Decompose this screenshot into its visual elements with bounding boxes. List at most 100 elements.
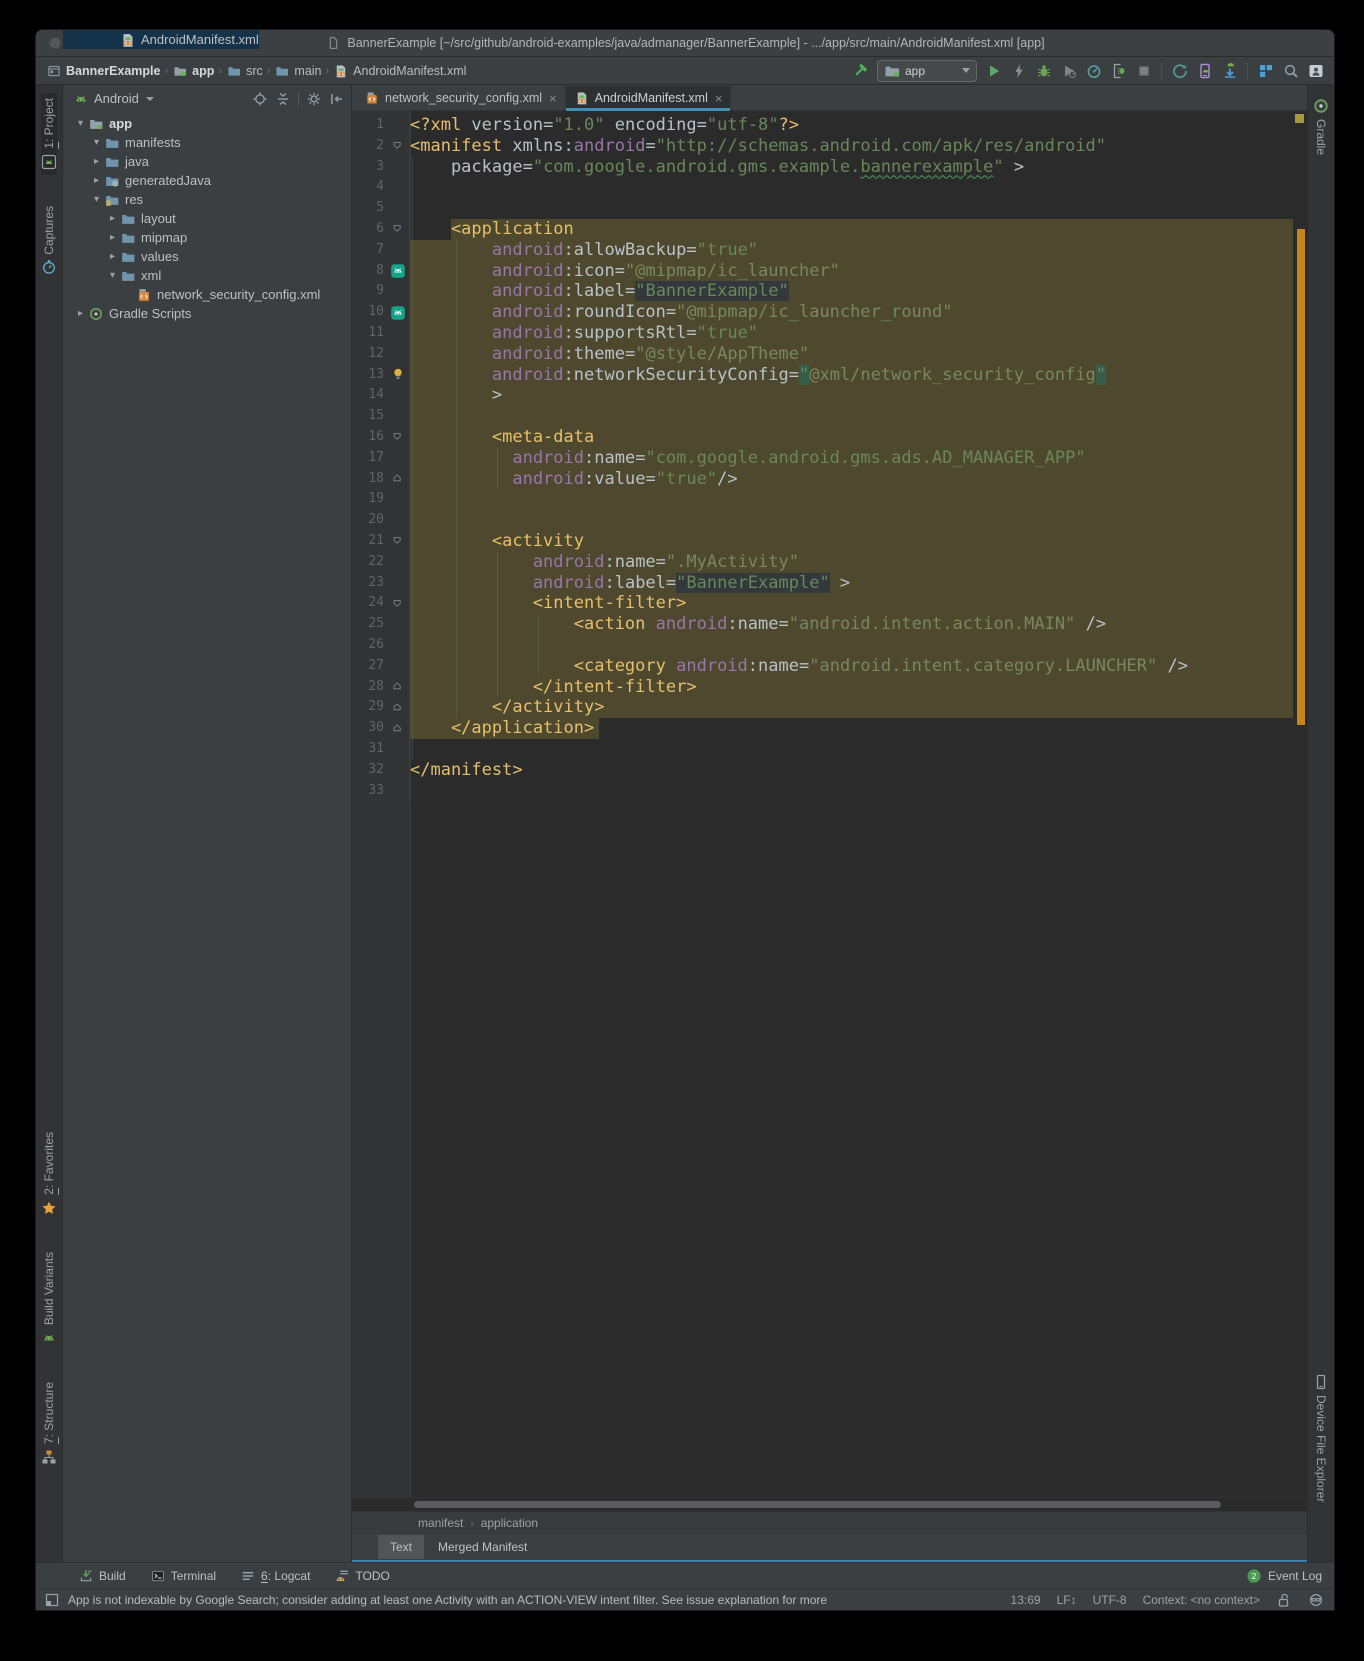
- breadcrumb-item[interactable]: BannerExample: [46, 63, 160, 79]
- code-line[interactable]: 33: [352, 781, 1293, 802]
- code-line[interactable]: 15: [352, 406, 1293, 427]
- close-button[interactable]: [49, 37, 61, 49]
- tree-item-xml[interactable]: ▾ xml: [63, 266, 351, 285]
- fold-collapse-icon[interactable]: [390, 596, 406, 612]
- close-icon[interactable]: ×: [715, 91, 723, 106]
- project-view-selector[interactable]: Android: [73, 91, 154, 107]
- tool-window-button-captures[interactable]: Captures: [41, 201, 57, 281]
- chevron-right-icon[interactable]: ▸: [89, 175, 104, 186]
- code-line[interactable]: 28 </intent-filter>: [352, 677, 1293, 698]
- code-line[interactable]: 8 android:icon="@mipmap/ic_launcher": [352, 261, 1293, 282]
- fold-end-icon[interactable]: [390, 679, 406, 695]
- run-icon[interactable]: [986, 63, 1002, 79]
- xml-breadcrumb-application[interactable]: application: [481, 1516, 538, 1530]
- collapse-all-icon[interactable]: [275, 91, 291, 107]
- code-line[interactable]: 17 android:name="com.google.android.gms.…: [352, 448, 1293, 469]
- code-line[interactable]: 30 </application>: [352, 718, 1293, 739]
- close-icon[interactable]: ×: [549, 91, 557, 106]
- breadcrumb-item[interactable]: app: [172, 63, 214, 79]
- resource-preview-icon[interactable]: [390, 305, 406, 321]
- xml-breadcrumb-manifest[interactable]: manifest: [418, 1516, 463, 1530]
- fold-collapse-icon[interactable]: [390, 429, 406, 445]
- account-icon[interactable]: [1308, 63, 1324, 79]
- tree-item-layout[interactable]: ▸ layout: [63, 209, 351, 228]
- selection-scroll-marker[interactable]: [1297, 229, 1305, 725]
- project-structure-icon[interactable]: [1258, 63, 1274, 79]
- code-line[interactable]: 23 android:label="BannerExample" >: [352, 573, 1293, 594]
- code-line[interactable]: 20: [352, 510, 1293, 531]
- chevron-right-icon[interactable]: ▸: [105, 232, 120, 243]
- tool-window-button-7-structure[interactable]: 7: Structure: [41, 1377, 57, 1470]
- fold-collapse-icon[interactable]: [390, 221, 406, 237]
- inspection-status-marker[interactable]: [1295, 114, 1304, 123]
- code-line[interactable]: 14 >: [352, 385, 1293, 406]
- code-line[interactable]: 32 </manifest>: [352, 760, 1293, 781]
- lock-open-icon[interactable]: [1276, 1592, 1292, 1608]
- fold-collapse-icon[interactable]: [390, 533, 406, 549]
- code-line[interactable]: 2 <manifest xmlns:android="http://schema…: [352, 136, 1293, 157]
- code-line[interactable]: 11 android:supportsRtl="true": [352, 323, 1293, 344]
- code-line[interactable]: 3 package="com.google.android.gms.exampl…: [352, 157, 1293, 178]
- code-line[interactable]: 19: [352, 489, 1293, 510]
- view-tab-merged-manifest[interactable]: Merged Manifest: [426, 1535, 539, 1559]
- code-line[interactable]: 10 android:roundIcon="@mipmap/ic_launche…: [352, 302, 1293, 323]
- tree-item-res[interactable]: ▾ res: [63, 190, 351, 209]
- event-log-button[interactable]: 2Event Log: [1246, 1568, 1322, 1584]
- fold-collapse-icon[interactable]: [390, 138, 406, 154]
- tool-window-button-gradle[interactable]: Gradle: [1313, 93, 1329, 160]
- code-line[interactable]: 7 android:allowBackup="true": [352, 240, 1293, 261]
- highlighting-level-icon[interactable]: [1308, 1592, 1324, 1608]
- code-line[interactable]: 16 <meta-data: [352, 427, 1293, 448]
- run-configuration-select[interactable]: app: [877, 60, 977, 82]
- code-line[interactable]: 1 <?xml version="1.0" encoding="utf-8"?>: [352, 115, 1293, 136]
- code-line[interactable]: 13 android:networkSecurityConfig="@xml/n…: [352, 365, 1293, 386]
- code-line[interactable]: 4: [352, 177, 1293, 198]
- code-line[interactable]: 29 </activity>: [352, 697, 1293, 718]
- view-tab-text[interactable]: Text: [378, 1535, 424, 1559]
- resource-preview-icon[interactable]: [390, 263, 406, 279]
- apply-changes-icon[interactable]: [1011, 63, 1027, 79]
- chevron-right-icon[interactable]: ▸: [105, 213, 120, 224]
- tree-item-app[interactable]: ▾ app: [63, 114, 351, 133]
- code-line[interactable]: 25 <action android:name="android.intent.…: [352, 614, 1293, 635]
- editor-tab-androidmanifest-xml[interactable]: AndroidManifest.xml×: [566, 86, 732, 110]
- tool-window-button-build[interactable]: Build: [78, 1568, 126, 1584]
- tool-window-button-6-logcat[interactable]: 6: Logcat: [240, 1568, 310, 1584]
- breadcrumb-item[interactable]: main: [274, 63, 321, 79]
- code-line[interactable]: 21 <activity: [352, 531, 1293, 552]
- make-project-icon[interactable]: [852, 63, 868, 79]
- tree-item-java[interactable]: ▸ java: [63, 152, 351, 171]
- tree-item-network-security-config-xml[interactable]: network_security_config.xml: [63, 285, 351, 304]
- debug-icon[interactable]: [1036, 63, 1052, 79]
- breadcrumb-item[interactable]: AndroidManifest.xml: [333, 63, 466, 79]
- scrollbar-thumb[interactable]: [414, 1501, 1221, 1508]
- chevron-down-icon[interactable]: ▾: [105, 270, 120, 281]
- tree-item-gradle-scripts[interactable]: ▸ Gradle Scripts: [63, 304, 351, 323]
- intention-bulb-icon[interactable]: [390, 367, 406, 383]
- tree-item-manifests[interactable]: ▾ manifests: [63, 133, 351, 152]
- chevron-right-icon[interactable]: ▸: [105, 251, 120, 262]
- fold-end-icon[interactable]: [390, 471, 406, 487]
- locate-icon[interactable]: [252, 91, 268, 107]
- line-separator[interactable]: LF↕: [1057, 1593, 1077, 1607]
- tool-window-button-terminal[interactable]: Terminal: [150, 1568, 216, 1584]
- avd-manager-icon[interactable]: [1197, 63, 1213, 79]
- code-line[interactable]: 5: [352, 198, 1293, 219]
- status-message[interactable]: App is not indexable by Google Search; c…: [68, 1593, 828, 1607]
- fold-end-icon[interactable]: [390, 700, 406, 716]
- code-line[interactable]: 26: [352, 635, 1293, 656]
- code-line[interactable]: 18 android:value="true"/>: [352, 469, 1293, 490]
- fold-end-icon[interactable]: [390, 721, 406, 737]
- context-widget[interactable]: Context: <no context>: [1143, 1593, 1260, 1607]
- chevron-right-icon[interactable]: ▸: [73, 308, 88, 319]
- profile-icon[interactable]: [1061, 63, 1077, 79]
- hide-panel-icon[interactable]: [329, 91, 345, 107]
- tool-window-button-1-project[interactable]: 1: Project: [41, 93, 57, 175]
- tool-window-button-todo[interactable]: TODO: [334, 1568, 389, 1584]
- attach-debugger-icon[interactable]: [1111, 63, 1127, 79]
- tree-item-generatedjava[interactable]: ▸ generatedJava: [63, 171, 351, 190]
- tool-window-button-build-variants[interactable]: Build Variants: [41, 1247, 57, 1351]
- breadcrumb-item[interactable]: src: [226, 63, 263, 79]
- code-line[interactable]: 22 android:name=".MyActivity": [352, 552, 1293, 573]
- file-encoding[interactable]: UTF-8: [1093, 1593, 1127, 1607]
